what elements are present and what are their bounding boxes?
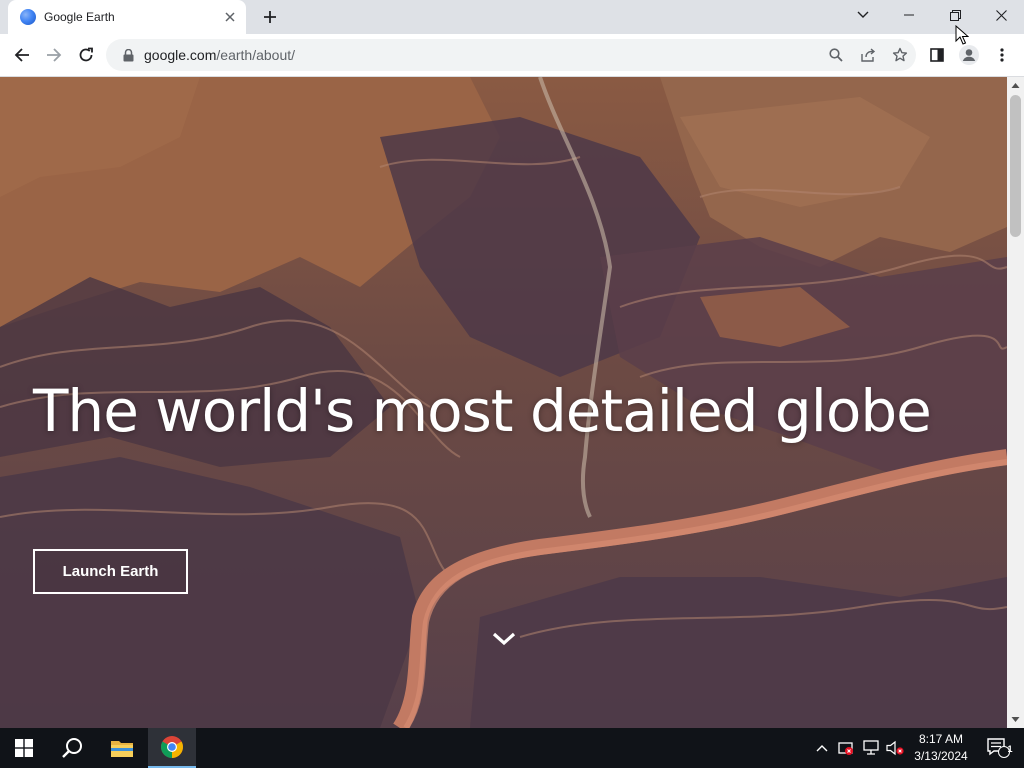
forward-icon bbox=[47, 48, 62, 62]
start-button[interactable] bbox=[0, 728, 48, 768]
side-panel-icon bbox=[930, 48, 944, 62]
clock-time: 8:17 AM bbox=[918, 732, 964, 746]
chrome-icon bbox=[161, 736, 183, 758]
windows-taskbar: 8:17 AM 3/13/2024 1 bbox=[0, 728, 1024, 768]
lock-icon[interactable] bbox=[120, 47, 136, 63]
menu-button[interactable] bbox=[987, 40, 1017, 70]
page-scrollbar[interactable] bbox=[1007, 77, 1024, 728]
scroll-thumb[interactable] bbox=[1010, 95, 1021, 237]
action-center-button[interactable]: 1 bbox=[978, 728, 1018, 768]
tab-title: Google Earth bbox=[44, 10, 115, 24]
notification-count: 1 bbox=[1007, 744, 1013, 754]
network-icon bbox=[863, 740, 879, 755]
star-icon[interactable] bbox=[884, 39, 916, 71]
profile-icon bbox=[959, 45, 979, 65]
plus-icon bbox=[264, 11, 276, 23]
side-panel-button[interactable] bbox=[922, 40, 952, 70]
security-warning-icon bbox=[838, 742, 853, 755]
earth-favicon-icon bbox=[20, 9, 36, 25]
windows-start-icon bbox=[15, 739, 33, 757]
forward-button[interactable] bbox=[39, 40, 69, 70]
close-icon bbox=[995, 9, 1007, 21]
restore-icon bbox=[949, 9, 961, 21]
security-tray-button[interactable] bbox=[836, 728, 856, 768]
browser-tab[interactable]: Google Earth bbox=[8, 0, 246, 34]
chevron-down-icon bbox=[857, 11, 869, 18]
page-viewport: The world's most detailed globe Launch E… bbox=[0, 77, 1007, 728]
menu-icon bbox=[1000, 48, 1004, 62]
scroll-down-button[interactable] bbox=[489, 627, 519, 651]
back-button[interactable] bbox=[7, 40, 37, 70]
network-tray-button[interactable] bbox=[860, 728, 882, 768]
chrome-taskbar-button[interactable] bbox=[148, 728, 196, 768]
search-icon bbox=[62, 738, 82, 758]
new-tab-button[interactable] bbox=[258, 6, 282, 28]
taskbar-search-button[interactable] bbox=[48, 728, 96, 768]
volume-muted-icon bbox=[886, 740, 904, 756]
mouse-cursor-icon bbox=[955, 25, 969, 45]
search-icon[interactable] bbox=[820, 39, 852, 71]
close-tab-icon[interactable] bbox=[220, 7, 240, 27]
volume-tray-button[interactable] bbox=[884, 728, 906, 768]
chevron-down-icon bbox=[492, 632, 516, 646]
taskbar-clock[interactable]: 8:17 AM 3/13/2024 bbox=[908, 731, 974, 765]
launch-earth-button[interactable]: Launch Earth bbox=[33, 549, 188, 594]
tab-search-button[interactable] bbox=[840, 0, 886, 30]
chevron-up-icon bbox=[816, 745, 828, 752]
scroll-up-icon bbox=[1011, 83, 1020, 88]
hero-title: The world's most detailed globe bbox=[33, 377, 932, 445]
minimize-button[interactable] bbox=[886, 0, 932, 30]
back-icon bbox=[14, 48, 29, 62]
url-text[interactable]: google.com/earth/about/ bbox=[144, 47, 820, 63]
tab-strip: Google Earth bbox=[0, 0, 1024, 34]
clock-date: 3/13/2024 bbox=[914, 749, 968, 763]
close-window-button[interactable] bbox=[978, 0, 1024, 30]
show-hidden-icons-button[interactable] bbox=[812, 728, 832, 768]
address-bar[interactable]: google.com/earth/about/ bbox=[106, 39, 916, 71]
file-explorer-button[interactable] bbox=[98, 728, 146, 768]
minimize-icon bbox=[904, 14, 914, 16]
file-explorer-icon bbox=[111, 741, 133, 757]
reload-button[interactable] bbox=[71, 40, 101, 70]
browser-toolbar: google.com/earth/about/ bbox=[0, 34, 1024, 77]
share-icon[interactable] bbox=[852, 39, 884, 71]
scroll-down-icon bbox=[1011, 717, 1020, 722]
reload-icon bbox=[79, 47, 93, 62]
